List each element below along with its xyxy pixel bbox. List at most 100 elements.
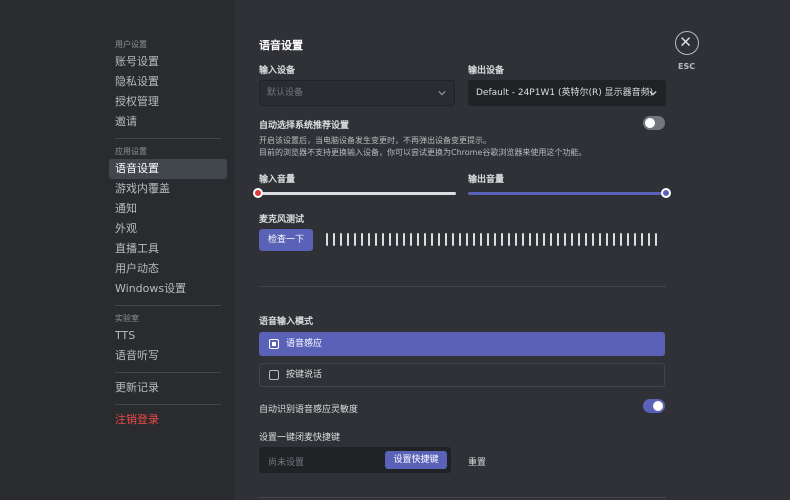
sidebar-item-voice[interactable]: 语音设置 xyxy=(109,159,227,179)
section-divider xyxy=(259,497,666,498)
group-title-app: 应用设置 xyxy=(115,147,147,156)
mic-level-bar xyxy=(515,233,517,246)
mic-level-bar xyxy=(543,233,545,246)
mic-level-bar xyxy=(431,233,433,246)
mic-level-bar xyxy=(599,233,601,246)
shortcut-label: 设置一键闭麦快捷键 xyxy=(259,433,341,443)
mic-level-bar xyxy=(585,233,587,246)
group-title-user: 用户设置 xyxy=(115,40,147,49)
sidebar-item-dictation[interactable]: 语音听写 xyxy=(109,346,227,366)
sidebar-item-windows[interactable]: Windows设置 xyxy=(109,279,227,299)
sidebar-item-authorization[interactable]: 授权管理 xyxy=(109,92,227,112)
close-icon xyxy=(681,37,690,46)
output-volume-label: 输出音量 xyxy=(468,175,505,185)
esc-label: ESC xyxy=(678,62,696,71)
mic-level-bar xyxy=(564,233,566,246)
shortcut-placeholder: 尚未设置 xyxy=(268,458,305,468)
auto-sensitivity-toggle[interactable] xyxy=(643,399,665,413)
sidebar-item-privacy[interactable]: 隐私设置 xyxy=(109,72,227,92)
input-volume-track[interactable] xyxy=(259,192,456,195)
auto-select-desc-2: 目前的浏览器不支持更换输入设备，你可以尝试更换为Chrome谷歌浏览器来使用这个… xyxy=(259,148,587,157)
mic-level-bar xyxy=(620,233,622,246)
input-device-label: 输入设备 xyxy=(259,66,296,76)
output-volume-handle[interactable] xyxy=(661,188,671,198)
mic-level-bar xyxy=(613,233,615,246)
auto-select-label: 自动选择系统推荐设置 xyxy=(259,121,350,131)
mic-level-bar xyxy=(368,233,370,246)
page-title: 语音设置 xyxy=(259,39,303,52)
mic-level-bar xyxy=(571,233,573,246)
voice-mode-option-label: 语音感应 xyxy=(286,339,323,349)
sidebar-item-tts[interactable]: TTS xyxy=(109,326,227,346)
sidebar-item-account[interactable]: 账号设置 xyxy=(109,52,227,72)
mic-level-bar xyxy=(361,233,363,246)
group-title-lab: 实验室 xyxy=(115,314,139,323)
mic-level-bar xyxy=(473,233,475,246)
sidebar-item-appearance[interactable]: 外观 xyxy=(109,219,227,239)
reset-shortcut-button[interactable]: 重置 xyxy=(468,455,486,468)
output-device-label: 输出设备 xyxy=(468,66,505,76)
sidebar-divider xyxy=(115,372,221,373)
output-volume-track[interactable] xyxy=(468,192,665,195)
mic-level-bar xyxy=(459,233,461,246)
auto-select-desc-1: 开启该设置后，当电脑设备发生变更时，不再弹出设备变更提示。 xyxy=(259,136,491,145)
sidebar-divider xyxy=(115,305,221,306)
mic-level-bar xyxy=(480,233,482,246)
sidebar-item-invite[interactable]: 邀请 xyxy=(109,112,227,132)
mic-level-bar xyxy=(606,233,608,246)
mic-level-bar xyxy=(403,233,405,246)
voice-mode-label: 语音输入模式 xyxy=(259,317,314,327)
voice-mode-option-push-to-talk[interactable]: 按键说话 xyxy=(259,363,665,387)
toggle-knob xyxy=(645,118,655,128)
mic-level-bar xyxy=(375,233,377,246)
mic-level-bar xyxy=(333,233,335,246)
toggle-knob xyxy=(653,401,663,411)
mic-level-bar xyxy=(536,233,538,246)
settings-sidebar: 用户设置 账号设置 隐私设置 授权管理 邀请 应用设置 语音设置 游戏内覆盖 通… xyxy=(0,0,234,500)
sidebar-item-activity[interactable]: 用户动态 xyxy=(109,259,227,279)
output-device-value: Default - 24P1W1 (英特尔(R) 显示器音频) xyxy=(476,88,654,98)
mic-level-bar xyxy=(410,233,412,246)
shortcut-field[interactable]: 尚未设置 设置快捷键 xyxy=(259,447,451,473)
voice-settings-panel: 语音设置 输入设备 默认设备 输出设备 Default - 24P1W1 (英特… xyxy=(234,0,790,500)
auto-select-toggle[interactable] xyxy=(643,116,665,130)
sidebar-item-overlay[interactable]: 游戏内覆盖 xyxy=(109,179,227,199)
sidebar-item-streaming[interactable]: 直播工具 xyxy=(109,239,227,259)
mic-level-bar xyxy=(501,233,503,246)
mic-level-bar xyxy=(424,233,426,246)
radio-unchecked-icon xyxy=(269,370,279,380)
mic-level-bar xyxy=(634,233,636,246)
chevron-down-icon xyxy=(438,90,446,96)
input-volume-label: 输入音量 xyxy=(259,175,296,185)
mic-level-bar xyxy=(641,233,643,246)
mic-level-bar xyxy=(529,233,531,246)
input-device-value: 默认设备 xyxy=(267,88,304,98)
input-device-select[interactable]: 默认设备 xyxy=(259,80,455,106)
mic-level-bar xyxy=(550,233,552,246)
mic-level-bar xyxy=(578,233,580,246)
sidebar-divider xyxy=(115,404,221,405)
mic-level-bar xyxy=(655,233,657,246)
set-shortcut-button[interactable]: 设置快捷键 xyxy=(385,451,447,469)
logout-button[interactable]: 注销登录 xyxy=(109,410,227,430)
mic-level-bar xyxy=(382,233,384,246)
auto-sensitivity-label: 自动识别语音感应灵敏度 xyxy=(259,405,359,415)
mic-level-bar xyxy=(557,233,559,246)
close-button[interactable] xyxy=(675,31,699,55)
mic-level-bar xyxy=(452,233,454,246)
sidebar-item-changelog[interactable]: 更新记录 xyxy=(109,378,227,398)
sidebar-item-notifications[interactable]: 通知 xyxy=(109,199,227,219)
input-volume-handle[interactable] xyxy=(253,188,263,198)
mic-level-bar xyxy=(592,233,594,246)
mic-test-button[interactable]: 检查一下 xyxy=(259,229,313,251)
voice-mode-option-label: 按键说话 xyxy=(286,370,323,380)
output-device-select[interactable]: Default - 24P1W1 (英特尔(R) 显示器音频) xyxy=(468,80,666,106)
mic-level-bar xyxy=(445,233,447,246)
mic-level-bar xyxy=(648,233,650,246)
mic-level-bar xyxy=(326,233,328,246)
mic-level-bar xyxy=(508,233,510,246)
mic-level-bar xyxy=(417,233,419,246)
mic-level-meter xyxy=(326,233,657,246)
mic-level-bar xyxy=(438,233,440,246)
voice-mode-option-voice-activity[interactable]: 语音感应 xyxy=(259,332,665,356)
